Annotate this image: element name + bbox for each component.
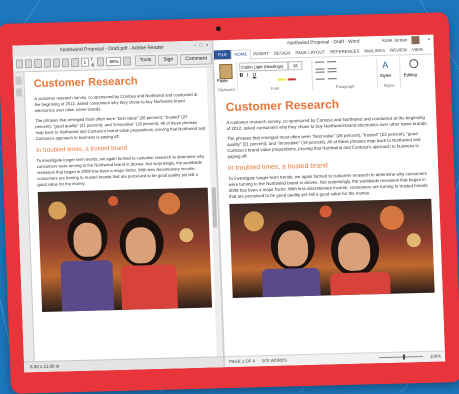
zoom-out-icon[interactable] (97, 57, 105, 67)
font-name-select[interactable]: Calibri Light (Headings) (239, 61, 289, 72)
font-size-select[interactable]: 26 (288, 61, 303, 71)
word-document-area: Customer Research A customer research su… (215, 88, 445, 358)
tablet-device: Northwind Proposal - Draft.pdf - Adobe R… (0, 0, 459, 394)
tab-mailings[interactable]: MAILINGS (362, 48, 388, 54)
zoom-level[interactable]: 100% (430, 352, 441, 362)
open-icon[interactable] (15, 59, 24, 69)
tab-file[interactable]: FILE (213, 49, 232, 60)
styles-group: A Styles Styles (377, 57, 402, 89)
tab-page-layout[interactable]: PAGE LAYOUT (293, 49, 328, 55)
paste-button-label[interactable]: Paste (217, 78, 228, 83)
word-doc-heading: Customer Research (225, 97, 340, 115)
camera-dot (215, 26, 221, 32)
pages-panel-icon[interactable] (15, 76, 22, 85)
avatar[interactable] (411, 35, 420, 45)
page-total: / 4 (90, 56, 95, 69)
word-title: Northwind Proposal - Draft - Word (287, 39, 360, 46)
reader-doc-subheading: In troubled times, a trusted brand (36, 144, 128, 155)
clipboard-group: Paste Clipboard (214, 61, 239, 93)
italic-icon[interactable]: I (246, 72, 248, 78)
tab-insert[interactable]: INSERT (251, 51, 272, 57)
word-window-controls: × (427, 37, 430, 43)
next-page-icon[interactable] (71, 57, 79, 68)
zoom-slider-thumb[interactable] (402, 354, 406, 360)
paragraph-group-label: Paragraph (335, 83, 355, 90)
tab-view[interactable]: VIEW (409, 47, 425, 52)
attachments-panel-icon[interactable] (15, 88, 23, 97)
sign-button[interactable]: Sign (158, 54, 179, 66)
bold-icon[interactable]: B (239, 73, 243, 79)
reader-doc-photo (37, 187, 213, 312)
word-doc-para3: To investigate longer-term trends, we ag… (228, 170, 428, 200)
reader-document-area: Customer Research A customer research su… (13, 67, 223, 363)
reader-page: Customer Research A customer research su… (34, 74, 213, 312)
word-doc-subheading: In troubled times, a trusted brand (227, 162, 328, 173)
tools-button[interactable]: Tools (134, 54, 157, 67)
paste-icon[interactable] (219, 63, 233, 80)
reader-window-controls: – □ × (194, 43, 209, 49)
tab-design[interactable]: DESIGN (271, 50, 293, 56)
paragraph-group: Paragraph (312, 58, 379, 90)
word-doc-para1: A customer research survey, co-sponsored… (226, 114, 428, 132)
reader-title: Northwind Proposal - Draft.pdf - Adobe R… (60, 44, 164, 53)
reader-doc-para3: To investigate longer-term trends, we ag… (36, 153, 205, 188)
clipboard-group-label: Clipboard (217, 86, 235, 93)
adobe-reader-window: Northwind Proposal - Draft.pdf - Adobe R… (12, 40, 226, 373)
close-icon[interactable]: × (427, 37, 430, 43)
tab-home[interactable]: HOME (230, 48, 251, 60)
prev-page-icon[interactable] (61, 58, 70, 68)
styles-group-label: Styles (383, 82, 395, 88)
email-icon[interactable] (52, 58, 61, 68)
fit-page-icon[interactable] (123, 56, 131, 66)
zoom-slider[interactable] (379, 355, 424, 359)
styles-icon[interactable]: A (382, 60, 388, 70)
reader-doc-heading: Customer Research (33, 75, 138, 91)
align-center-icon[interactable] (327, 71, 337, 80)
font-group-label: Font (270, 85, 280, 91)
font-group: Calibri Light (Headings) 26 B I U Font (237, 59, 314, 92)
bullets-icon[interactable] (315, 61, 325, 70)
editing-group: Editing (400, 57, 431, 88)
word-doc-para2: The phrases that emerged most often were… (226, 131, 421, 160)
status-page[interactable]: PAGE 1 OF 4 (225, 358, 255, 364)
minimize-icon[interactable]: – (194, 43, 197, 49)
status-words[interactable]: 970 WORDS (256, 358, 287, 364)
create-icon[interactable] (25, 59, 33, 69)
tab-references[interactable]: REFERENCES (328, 48, 363, 55)
numbering-icon[interactable] (327, 61, 337, 70)
editing-button-label[interactable]: Editing (404, 72, 417, 77)
user-name[interactable]: Katie Jordan (382, 37, 407, 43)
underline-icon[interactable]: U (252, 72, 256, 78)
styles-button-label[interactable]: Styles (380, 73, 392, 78)
maximize-icon[interactable]: □ (199, 43, 202, 49)
tab-review[interactable]: REVIEW (387, 47, 409, 53)
zoom-select[interactable]: 80% (106, 56, 122, 67)
reader-doc-para1: A customer research survey, co-sponsored… (34, 91, 198, 114)
find-icon[interactable] (409, 59, 419, 69)
save-icon[interactable] (43, 58, 52, 68)
comment-button[interactable]: Comment (180, 53, 213, 66)
close-icon[interactable]: × (205, 43, 208, 49)
highlight-icon[interactable] (277, 78, 286, 81)
print-icon[interactable] (34, 58, 42, 69)
word-doc-photo (229, 198, 435, 298)
word-page[interactable]: Customer Research A customer research su… (225, 95, 435, 298)
align-left-icon[interactable] (315, 71, 325, 80)
tablet-screen: Northwind Proposal - Draft.pdf - Adobe R… (12, 34, 446, 373)
reader-doc-para2: The phrases that emerged most often were… (35, 114, 206, 142)
page-number-input[interactable]: 1 (80, 57, 90, 67)
word-window: Northwind Proposal - Draft - Word Katie … (213, 34, 446, 368)
font-color-icon[interactable] (287, 78, 296, 81)
